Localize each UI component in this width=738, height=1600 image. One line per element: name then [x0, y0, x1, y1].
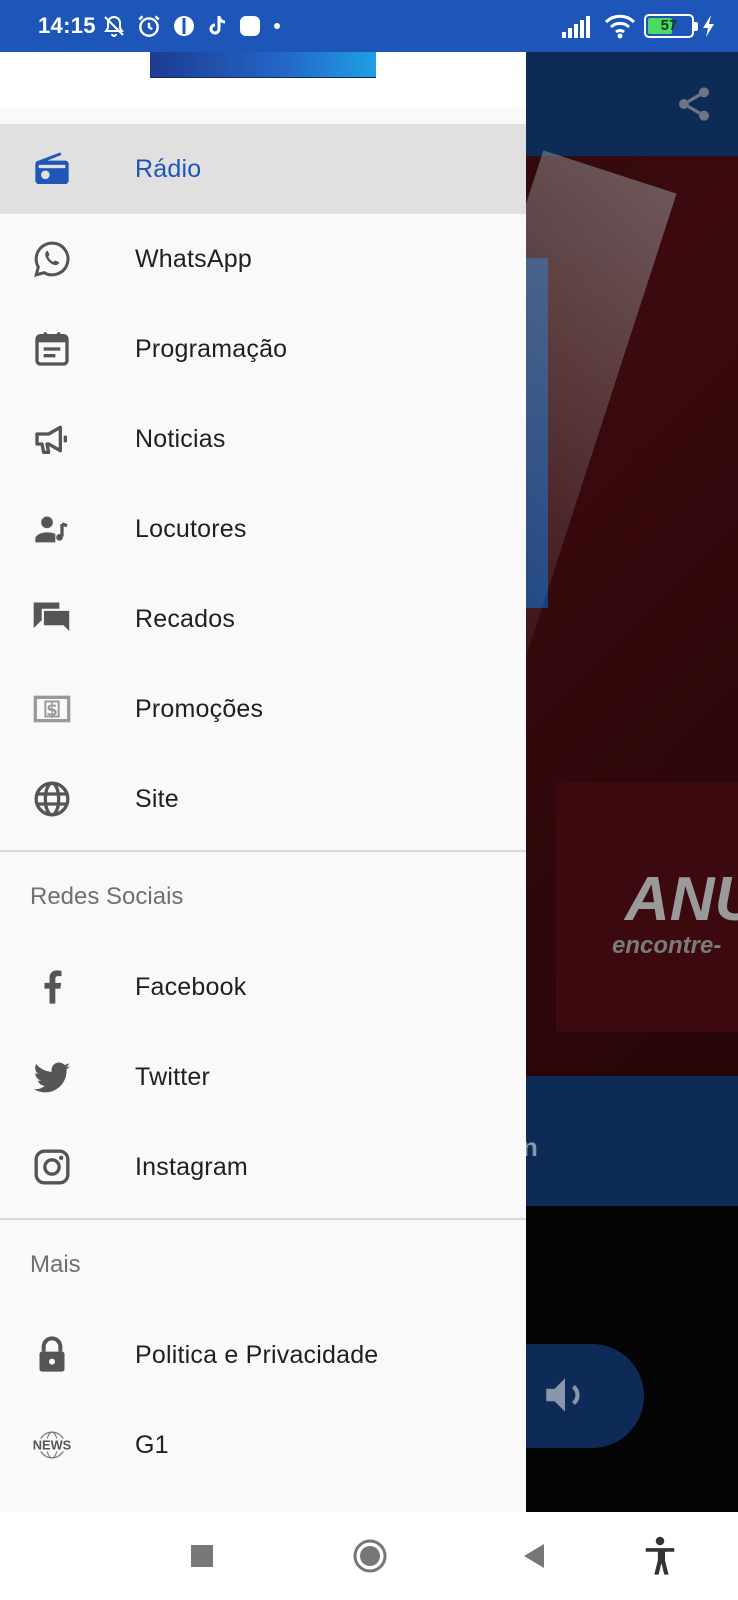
menu-item-whatsapp[interactable]: WhatsApp	[0, 214, 526, 304]
menu-item-programacao[interactable]: Programação	[0, 304, 526, 394]
menu-item-facebook[interactable]: Facebook	[0, 942, 526, 1032]
recents-button[interactable]	[190, 1544, 214, 1568]
twitter-icon	[30, 1055, 74, 1099]
menu-item-recados[interactable]: Recados	[0, 574, 526, 664]
news-icon-text: NEWS	[33, 1438, 72, 1453]
messages-icon	[30, 597, 74, 641]
app-icon	[173, 16, 194, 36]
circle-icon	[353, 1539, 387, 1573]
menu-label: Politica e Privacidade	[135, 1340, 379, 1369]
square-icon	[191, 1545, 213, 1567]
menu-item-instagram[interactable]: Instagram	[0, 1122, 526, 1212]
dot-icon	[273, 23, 280, 29]
section-title-more: Mais	[30, 1251, 81, 1278]
whatsapp-icon	[30, 237, 74, 281]
schedule-icon	[30, 327, 74, 371]
menu-label: Instagram	[135, 1152, 248, 1181]
lock-icon	[30, 1333, 74, 1377]
dollar-bill-icon: $	[30, 687, 74, 731]
menu-item-promocoes[interactable]: $ Promoções	[0, 664, 526, 754]
app-square-icon	[239, 16, 260, 36]
charging-icon	[703, 15, 714, 37]
status-bar: 14:15 57	[0, 0, 738, 52]
menu-item-radio[interactable]: Rádio	[0, 124, 526, 214]
menu-label: Recados	[135, 604, 236, 633]
menu-label: Twitter	[135, 1062, 211, 1091]
section-title-social: Redes Sociais	[30, 883, 184, 910]
back-triangle-icon	[524, 1544, 544, 1568]
menu-label: Locutores	[135, 514, 247, 543]
system-nav-bar	[0, 1512, 738, 1600]
ad-subtitle: encontre-	[612, 932, 722, 959]
menu-label: Facebook	[135, 972, 247, 1001]
signal-icon	[562, 16, 590, 38]
home-button[interactable]	[352, 1538, 388, 1574]
battery-level: 57	[660, 17, 678, 34]
menu-label: Noticias	[135, 424, 226, 453]
news-globe-icon: NEWS	[30, 1423, 74, 1467]
menu-label: Rádio	[135, 154, 202, 183]
instagram-icon	[30, 1145, 74, 1189]
drawer-header	[0, 52, 526, 108]
share-icon[interactable]	[674, 84, 714, 124]
radio-icon	[30, 147, 74, 191]
status-time: 14:15	[38, 13, 96, 38]
notification-icons	[102, 13, 282, 39]
menu-label: Programação	[135, 334, 288, 363]
megaphone-icon	[30, 417, 74, 461]
menu-item-site[interactable]: Site	[0, 754, 526, 844]
navigation-drawer: Rádio WhatsApp Programação Noticias Locu…	[0, 52, 526, 1512]
menu-item-locutores[interactable]: Locutores	[0, 484, 526, 574]
alarm-icon	[138, 15, 160, 37]
menu-item-g1[interactable]: NEWS G1	[0, 1400, 526, 1490]
accessibility-button[interactable]	[642, 1536, 678, 1576]
menu-label: WhatsApp	[135, 244, 252, 273]
station-logo	[150, 52, 376, 78]
tiktok-icon	[209, 16, 225, 35]
menu-item-noticias[interactable]: Noticias	[0, 394, 526, 484]
ad-title: ANU	[625, 865, 738, 934]
system-icons: 57	[562, 13, 716, 39]
globe-icon	[30, 777, 74, 821]
menu-label: Site	[135, 784, 179, 813]
wifi-icon	[604, 14, 636, 39]
volume-icon	[546, 1378, 580, 1412]
drawer-menu: Rádio WhatsApp Programação Noticias Locu…	[0, 124, 526, 1490]
menu-item-twitter[interactable]: Twitter	[0, 1032, 526, 1122]
battery-icon: 57	[644, 14, 698, 38]
accessibility-icon	[645, 1536, 675, 1575]
facebook-icon	[30, 965, 74, 1009]
menu-item-privacy-policy[interactable]: Politica e Privacidade	[0, 1310, 526, 1400]
menu-label: Promoções	[135, 694, 264, 723]
mute-bell-icon	[103, 15, 124, 37]
back-button[interactable]	[522, 1543, 546, 1569]
menu-label: G1	[135, 1430, 169, 1459]
announcer-icon	[30, 507, 74, 551]
